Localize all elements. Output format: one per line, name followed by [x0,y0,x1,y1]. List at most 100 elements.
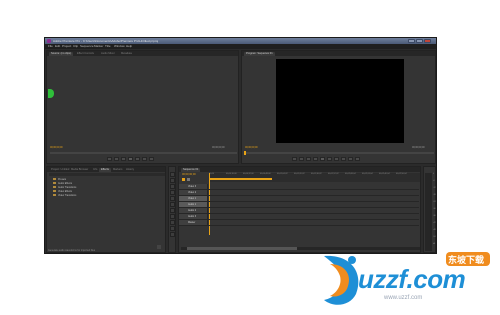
audio-meters-panel: 0 -6 -12 -18 -24 -30 -36 -42 -48 -54 dB [423,166,436,253]
program-mark-in-button[interactable] [292,157,297,161]
slip-tool-icon[interactable] [170,208,175,213]
new-bin-icon[interactable] [157,245,161,249]
tree-item-video-transitions[interactable]: Video Transitions [53,194,76,197]
work-area-bar[interactable] [209,178,272,180]
ruler-label: 00;01;52;02 [328,173,339,175]
track-label: Video 3 [188,185,197,188]
track-select-tool-icon[interactable] [170,178,175,183]
zoom-tool-icon[interactable] [170,232,175,237]
panel-grip-icon[interactable] [48,89,54,98]
project-panel: Project: Untitled Media Browser Info Eff… [46,166,166,253]
tab-sequence[interactable]: Sequence 01 [181,168,201,172]
ripple-edit-tool-icon[interactable] [170,184,175,189]
snap-icon[interactable] [182,178,185,181]
site-watermark: 东坡下载 uzzf.com www.uzzf.com [318,250,498,310]
program-mark-out-button[interactable] [299,157,304,161]
source-insert-button[interactable] [142,157,147,161]
program-play-button[interactable] [320,157,325,161]
menu-title[interactable]: Title [105,44,111,49]
timeline-timecode[interactable]: 00;00;00;00 [182,173,196,176]
source-play-button[interactable] [128,157,133,161]
app-icon [47,39,51,43]
source-mark-out-button[interactable] [114,157,119,161]
ruler-label: 00;00;32;00 [243,173,254,175]
folder-icon [53,194,56,197]
source-monitor-panel: Source: (no clips) Effect Controls Audio… [46,50,239,164]
folder-icon [53,178,56,181]
tree-item-audio-effects[interactable]: Audio Effects [53,182,72,185]
program-playhead[interactable] [244,151,246,155]
close-button[interactable] [424,39,431,43]
hand-tool-icon[interactable] [170,226,175,231]
tab-media-browser[interactable]: Media Browser [69,168,90,172]
menu-help[interactable]: Help [126,44,132,49]
tree-item-label: Video Effects [58,190,72,193]
tab-source[interactable]: Source: (no clips) [49,52,74,56]
source-tabstrip: Source: (no clips) Effect Controls Audio… [47,51,238,56]
ruler-label: 00;01;20;02 [294,173,305,175]
program-export-frame-button[interactable] [355,157,360,161]
tree-item-audio-transitions[interactable]: Audio Transitions [53,186,76,189]
menu-sequence[interactable]: Sequence [80,44,94,49]
watermark-brand: uzzf.com [358,264,466,294]
ruler-label: 00;00;48;00 [260,173,271,175]
program-step-back-button[interactable] [313,157,318,161]
timeline-ruler[interactable]: 00;00 00;00;16;00 00;00;32;00 00;00;48;0… [209,173,420,182]
tab-markers[interactable]: Markers [111,168,124,172]
source-time-ruler[interactable] [50,152,237,154]
menu-clip[interactable]: Clip [73,44,78,49]
track-label: Audio 1 [188,203,197,206]
rolling-edit-tool-icon[interactable] [170,190,175,195]
minimize-button[interactable] [408,39,415,43]
tab-project[interactable]: Project: Untitled [49,168,71,172]
menu-edit[interactable]: Edit [55,44,60,49]
menu-bar: File Edit Project Clip Sequence Marker T… [45,44,436,49]
menu-file[interactable]: File [48,44,53,49]
track-label: Audio 3 [188,215,197,218]
selection-tool-icon[interactable] [170,172,175,177]
ruler-label: 00;02;24;04 [362,173,373,175]
tab-audio-mixer[interactable]: Audio Mixer [99,52,117,56]
ruler-label: 00;02;56;04 [396,173,407,175]
timeline-panel: Sequence 01 00;00;00;00 00;00 00;00;16;0… [178,166,421,253]
source-overwrite-button[interactable] [149,157,154,161]
tab-effects[interactable]: Effects [99,168,111,172]
tree-item-presets[interactable]: Presets [53,178,66,181]
program-extract-button[interactable] [348,157,353,161]
slide-tool-icon[interactable] [170,214,175,219]
tab-program[interactable]: Program: Sequence 01 [244,52,275,56]
program-goto-out-button[interactable] [334,157,339,161]
menu-window[interactable]: Window [114,44,125,49]
source-step-forward-button[interactable] [135,157,140,161]
tree-item-label: Audio Effects [58,182,73,185]
add-marker-icon[interactable] [187,178,190,181]
program-monitor-panel: Program: Sequence 01 00;00;00;00 00;00;0… [241,50,436,164]
razor-tool-icon[interactable] [170,202,175,207]
track-master[interactable]: Master [179,220,419,226]
folder-icon [53,190,56,193]
tab-metadata[interactable]: Metadata [119,52,134,56]
meter-scale-label: dB [433,243,436,245]
menu-marker[interactable]: Marker [94,44,103,49]
tab-history[interactable]: History [124,168,136,172]
source-step-back-button[interactable] [121,157,126,161]
source-timecode-left[interactable]: 00;00;00;00 [50,146,63,149]
tools-panel [168,166,176,253]
rate-stretch-tool-icon[interactable] [170,196,175,201]
menu-project[interactable]: Project [62,44,71,49]
pen-tool-icon[interactable] [170,220,175,225]
tab-effect-controls[interactable]: Effect Controls [75,52,96,56]
program-step-forward-button[interactable] [327,157,332,161]
program-lift-button[interactable] [341,157,346,161]
effects-search-input[interactable] [49,173,165,176]
track-label: Video 2 [188,191,197,194]
scrollbar-thumb[interactable] [187,247,297,250]
program-goto-in-button[interactable] [306,157,311,161]
source-mark-in-button[interactable] [107,157,112,161]
program-timecode-left[interactable]: 00;00;00;00 [245,146,258,149]
program-time-ruler[interactable] [245,152,434,154]
tree-item-video-effects[interactable]: Video Effects [53,190,72,193]
maximize-button[interactable] [416,39,423,43]
track-label: Audio 2 [188,209,197,212]
status-bar-text: Generate audio waveforms for imported fi… [48,249,96,252]
